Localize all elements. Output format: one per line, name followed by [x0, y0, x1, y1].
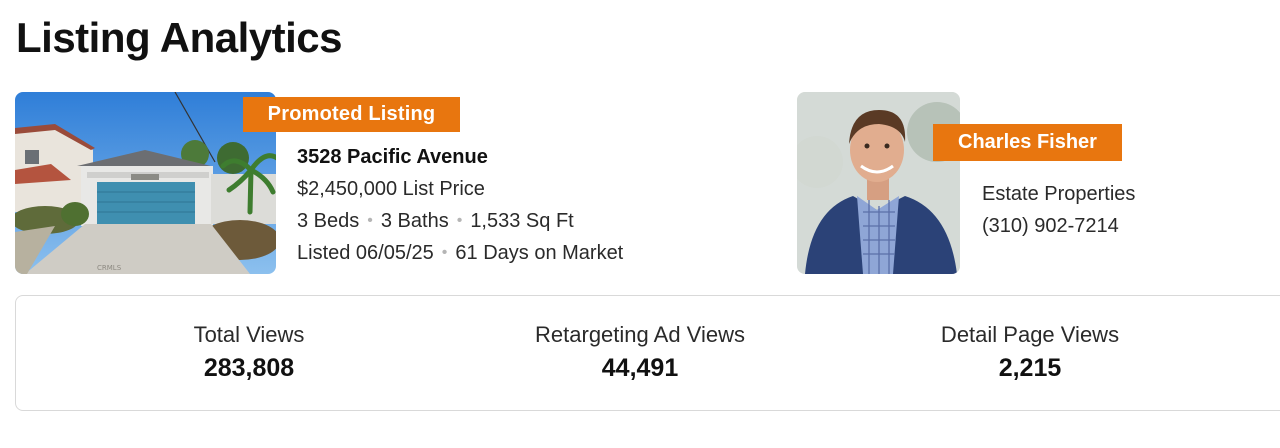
- stat-value: 2,215: [998, 354, 1062, 382]
- stat-label: Detail Page Views: [940, 322, 1120, 347]
- separator-dot: •: [367, 212, 373, 229]
- listing-sqft: 1,533 Sq Ft: [470, 210, 574, 232]
- listing-specs: 3 Beds • 3 Baths • 1,533 Sq Ft: [297, 205, 623, 237]
- agent-info: Estate Properties (310) 902-7214: [982, 178, 1135, 242]
- stat-label: Total Views: [193, 322, 305, 347]
- listing-info: 3528 Pacific Avenue $2,450,000 List Pric…: [297, 141, 623, 269]
- separator-dot: •: [441, 244, 448, 261]
- promoted-listing-badge: Promoted Listing: [243, 97, 460, 132]
- agent-company: Estate Properties: [982, 183, 1136, 205]
- listing-photo[interactable]: CRMLS: [15, 92, 276, 274]
- photo-watermark: CRMLS: [97, 264, 122, 272]
- stat-retargeting-ad-views: Retargeting Ad Views 44,491: [535, 320, 745, 386]
- listing-dates: Listed 06/05/25 • 61 Days on Market: [297, 237, 623, 269]
- listing-address: 3528 Pacific Avenue: [297, 146, 488, 168]
- separator-dot: •: [456, 212, 463, 229]
- stat-value: 283,808: [203, 354, 295, 382]
- listing-baths: 3 Baths: [380, 210, 449, 232]
- days-on-market: 61 Days on Market: [455, 242, 624, 264]
- agent-name-badge: Charles Fisher: [933, 124, 1122, 161]
- agent-phone[interactable]: (310) 902-7214: [982, 210, 1135, 242]
- stats-card: Total Views 283,808 Retargeting Ad Views…: [15, 295, 1280, 411]
- agent-photo: [797, 92, 960, 274]
- stat-total-views: Total Views 283,808: [194, 320, 305, 386]
- listing-beds: 3 Beds: [297, 210, 360, 232]
- stat-label: Retargeting Ad Views: [535, 322, 745, 347]
- page-title: Listing Analytics: [16, 14, 343, 61]
- stat-detail-page-views: Detail Page Views 2,215: [941, 320, 1119, 386]
- stat-value: 44,491: [601, 354, 679, 382]
- listing-date: Listed 06/05/25: [297, 242, 434, 264]
- listing-price: $2,450,000 List Price: [297, 178, 485, 200]
